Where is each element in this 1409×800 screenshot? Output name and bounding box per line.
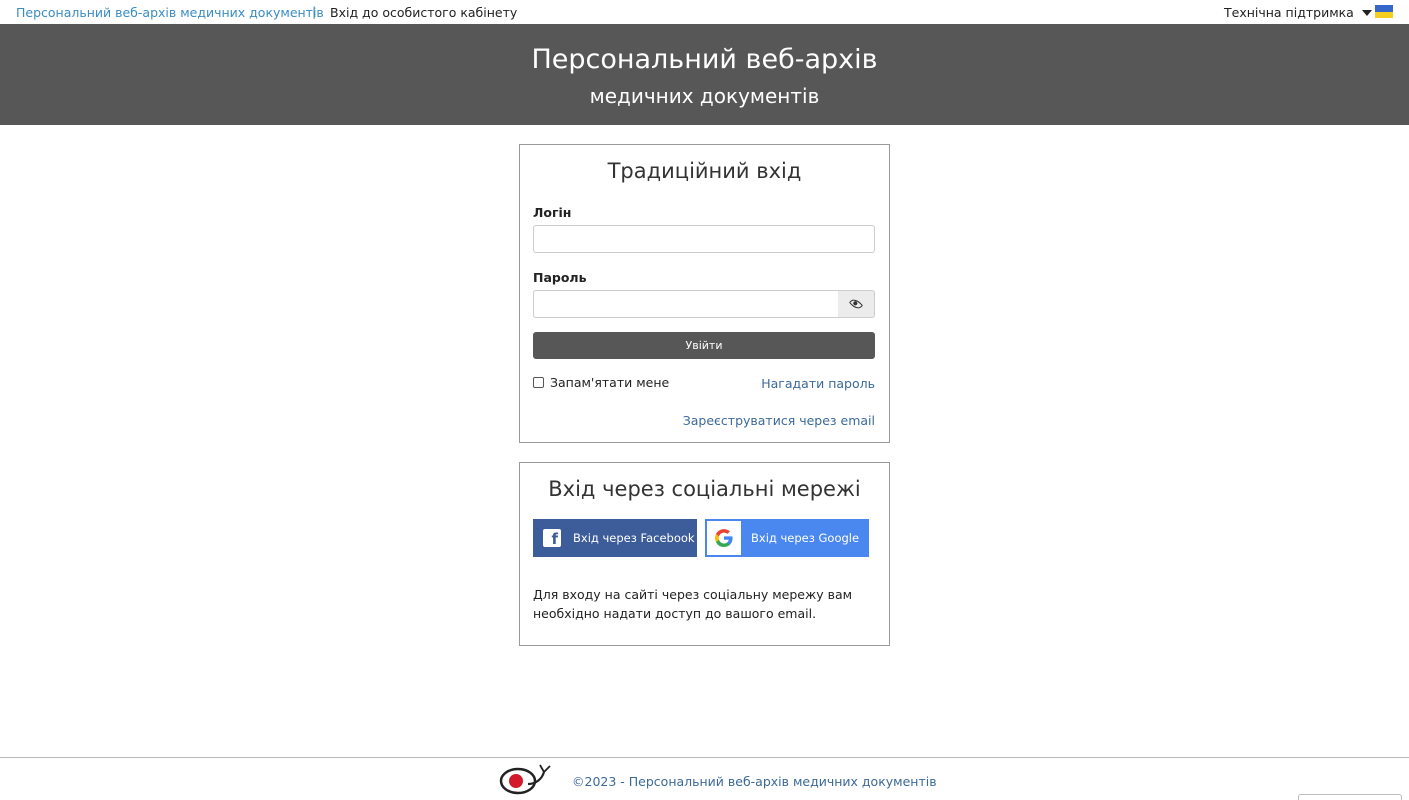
support-dropdown[interactable]: Технічна підтримка — [1224, 5, 1372, 20]
ukraine-flag-icon[interactable] — [1375, 5, 1393, 18]
login-title: Традиційний вхід — [607, 159, 802, 183]
facebook-label: Вхід через Facebook — [573, 531, 695, 545]
nav-separator: | — [312, 4, 317, 19]
header-subtitle: медичних документів — [589, 84, 820, 108]
top-navbar: Персональний веб-архів медичних документ… — [0, 0, 1409, 24]
logo-stethoscope-icon — [498, 762, 556, 800]
header-title: Персональний веб-архів — [531, 44, 878, 75]
password-label: Пароль — [533, 270, 587, 285]
cabinet-link[interactable]: Вхід до особистого кабінету — [330, 5, 517, 20]
password-input[interactable] — [533, 290, 839, 318]
facebook-icon: f — [543, 529, 561, 547]
google-login-button[interactable]: Вхід через Google — [705, 519, 869, 557]
google-label: Вхід через Google — [751, 531, 860, 545]
facebook-login-button[interactable]: f Вхід через Facebook — [533, 519, 697, 557]
forgot-password-link[interactable]: Нагадати пароль — [761, 376, 875, 391]
footer-copyright: ©2023 - Персональний веб-архів медичних … — [572, 773, 937, 789]
eye-icon — [848, 296, 864, 312]
register-email-link[interactable]: Зареєструватися через email — [683, 413, 875, 428]
social-title: Вхід через соціальні мережі — [548, 477, 861, 501]
social-login-card: Вхід через соціальні мережі f Вхід через… — [519, 462, 890, 646]
page-header: Персональний веб-архів медичних документ… — [0, 24, 1409, 125]
login-card: Традиційний вхід Логін Пароль Увійти Зап… — [519, 144, 890, 443]
footer: ©2023 - Персональний веб-архів медичних … — [498, 762, 937, 800]
login-input[interactable] — [533, 225, 875, 253]
remember-checkbox[interactable] — [533, 377, 544, 388]
google-icon — [707, 521, 741, 555]
remember-label: Запам'ятати мене — [550, 375, 670, 390]
corner-badge — [1298, 794, 1402, 800]
brand-link[interactable]: Персональний веб-архів медичних документ… — [16, 5, 324, 20]
chevron-down-icon — [1361, 9, 1372, 16]
login-label: Логін — [533, 205, 572, 220]
footer-divider — [0, 757, 1409, 758]
social-note: Для входу на сайті через соціальну мереж… — [533, 587, 853, 621]
remember-me[interactable]: Запам'ятати мене — [533, 375, 669, 390]
show-password-button[interactable] — [838, 290, 875, 318]
login-button[interactable]: Увійти — [533, 332, 875, 359]
support-label: Технічна підтримка — [1224, 5, 1354, 20]
